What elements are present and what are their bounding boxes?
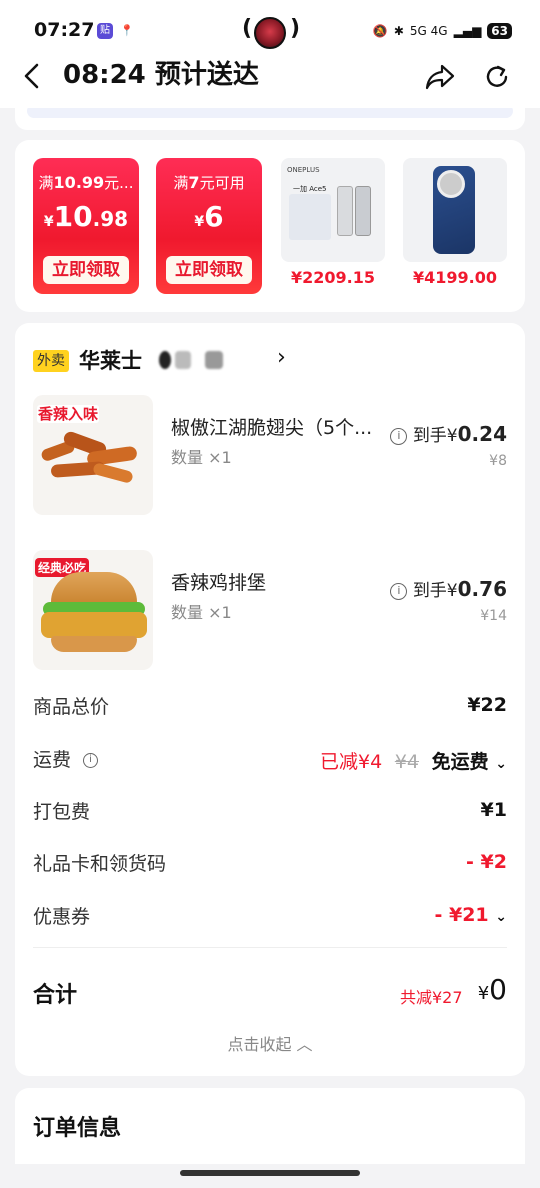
- product-price: ¥4199.00: [412, 268, 497, 287]
- coupon-value[interactable]: - ¥21 ⌄: [434, 904, 507, 926]
- wing: [92, 462, 134, 484]
- share-icon[interactable]: [424, 62, 456, 92]
- notice-banner: [15, 108, 525, 130]
- item-name[interactable]: 椒傲江湖脆翅尖（5个...: [171, 413, 393, 440]
- chevron-down-icon[interactable]: ⌄: [495, 756, 507, 772]
- item-name[interactable]: 香辣鸡排堡: [171, 568, 393, 595]
- product-image-oneplus-phone[interactable]: [403, 158, 507, 262]
- item-final-price[interactable]: i 到手¥0.24: [390, 421, 507, 446]
- battery-indicator: 63: [487, 23, 512, 39]
- order-info-title: 订单信息: [33, 1116, 122, 1141]
- bluetooth-icon: ✱: [393, 24, 404, 38]
- coupon-discount: - ¥21: [434, 904, 489, 926]
- camera-module: [437, 170, 465, 198]
- subtotal-label: 商品总价: [33, 696, 110, 718]
- info-icon[interactable]: i: [390, 427, 408, 445]
- store-name[interactable]: 华莱士: [79, 345, 142, 375]
- promotions-card: 满10.99元... ¥10.98 立即领取 满7元可用 ¥6 立即领取 ONE…: [15, 140, 525, 312]
- coupon-amount: ¥6: [194, 200, 224, 233]
- chicken-patty: [41, 612, 147, 638]
- coupon-amount: ¥10.98: [43, 200, 129, 233]
- claim-coupon-button[interactable]: 立即领取: [43, 256, 129, 284]
- chevron-down-icon[interactable]: ⌄: [495, 909, 507, 925]
- location-app-icon: 📍: [120, 24, 134, 37]
- redacted-text: [175, 351, 191, 369]
- camera-cutout: (): [242, 16, 300, 50]
- network-icon: 5G 4G: [409, 24, 448, 38]
- collapse-button[interactable]: 点击收起 ︿: [15, 1031, 525, 1055]
- product-image-oneplus-ace[interactable]: ONEPLUS 一加 Ace5: [281, 158, 385, 262]
- packing-fee-value: ¥1: [480, 799, 507, 821]
- status-bar: 07:27 贴 📍 () 🔕 ✱ 5G 4G ▂▄▆ 63: [0, 0, 540, 60]
- redacted-text: [159, 351, 171, 369]
- bun-bottom: [51, 636, 137, 652]
- delivery-fee-value[interactable]: 已减¥4 ¥4 免运费 ⌄: [320, 747, 507, 774]
- mute-icon: 🔕: [372, 24, 388, 38]
- delivery-fee-label-text: 运费: [33, 749, 72, 771]
- phone-back: [355, 186, 371, 236]
- item-image-chicken-wings[interactable]: 香辣入味: [33, 395, 153, 515]
- item-image-spicy-chicken-burger[interactable]: 经典必吃: [33, 550, 153, 670]
- coupon-condition: 满10.99元...: [38, 173, 134, 192]
- product-model: 一加 Ace5: [293, 185, 327, 193]
- gift-card-label: 礼品卡和领货码: [33, 853, 167, 875]
- notification-app-icon: 贴: [97, 23, 113, 39]
- item-original-price: ¥8: [489, 453, 507, 469]
- page-title: 08:24 预计送达: [63, 60, 259, 90]
- gift-card-value[interactable]: - ¥2: [466, 851, 507, 873]
- delivery-original-fee: ¥4: [394, 751, 419, 773]
- bun-top: [51, 572, 137, 606]
- divider: [33, 947, 507, 948]
- chevron-right-icon[interactable]: ›: [277, 345, 286, 370]
- item-quantity: 数量 ×1: [171, 448, 232, 467]
- signal-icon: ▂▄▆: [453, 24, 482, 38]
- spec-list: [289, 194, 331, 240]
- chevron-left-icon[interactable]: [22, 62, 40, 98]
- free-delivery-text: 免运费: [431, 751, 489, 773]
- phone-front: [337, 186, 353, 236]
- subtotal-value: ¥22: [467, 694, 507, 716]
- info-icon[interactable]: i: [390, 582, 408, 600]
- redacted-text: [205, 351, 223, 369]
- info-icon[interactable]: i: [83, 753, 99, 768]
- chevron-up-icon: ︿: [291, 1035, 313, 1054]
- status-time: 07:27: [34, 19, 95, 41]
- total-amount: ¥0: [477, 973, 507, 1006]
- item-badge: 香辣入味: [37, 405, 100, 423]
- delivery-tag: 外卖: [33, 350, 69, 372]
- item-quantity: 数量 ×1: [171, 603, 232, 622]
- product-brand: ONEPLUS: [287, 166, 320, 174]
- product-price: ¥2209.15: [290, 268, 375, 287]
- claim-coupon-button[interactable]: 立即领取: [166, 256, 252, 284]
- order-info-card: 订单信息: [15, 1088, 525, 1164]
- page-header: 08:24 预计送达: [0, 60, 540, 108]
- total-savings: 共减¥27: [400, 988, 463, 1007]
- refresh-icon[interactable]: [482, 62, 514, 92]
- item-final-price[interactable]: i 到手¥0.76: [390, 576, 507, 601]
- delivery-discount: 已减¥4: [320, 751, 383, 773]
- order-card: 外卖 华莱士 › 香辣入味 椒傲江湖脆翅尖（5个... 数量 ×1 i 到手¥0…: [15, 323, 525, 1076]
- coupon-label: 优惠券: [33, 906, 91, 928]
- coupon-card[interactable]: 满10.99元... ¥10.98 立即领取: [33, 158, 139, 294]
- coupon-card[interactable]: 满7元可用 ¥6 立即领取: [156, 158, 262, 294]
- total-label: 合计: [33, 983, 78, 1008]
- delivery-fee-label: 运费 i: [33, 745, 99, 772]
- home-indicator[interactable]: [180, 1170, 360, 1176]
- status-icons: 🔕 ✱ 5G 4G ▂▄▆ 63: [373, 20, 512, 42]
- packing-fee-label: 打包费: [33, 801, 91, 823]
- coupon-condition: 满7元可用: [173, 173, 245, 192]
- item-original-price: ¥14: [480, 608, 507, 624]
